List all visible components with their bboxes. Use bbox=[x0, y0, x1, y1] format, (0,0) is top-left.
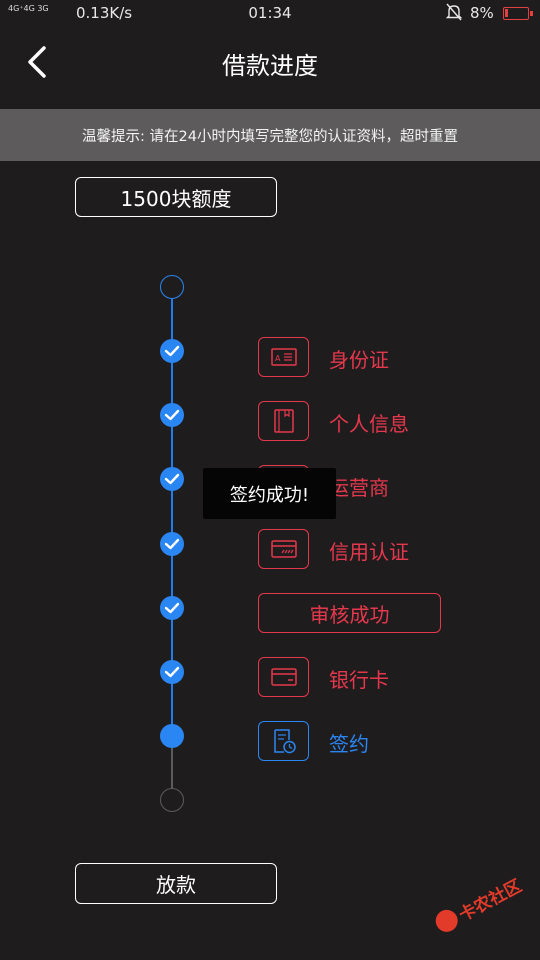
timeline-node-done bbox=[160, 403, 184, 427]
timeline-start-node bbox=[160, 275, 184, 299]
step-id-card-button[interactable]: A bbox=[258, 337, 309, 377]
id-card-icon: A bbox=[271, 348, 297, 366]
check-icon bbox=[164, 345, 180, 357]
timeline-node-done bbox=[160, 596, 184, 620]
quota-badge: 1500块额度 bbox=[75, 177, 277, 217]
contract-clock-icon bbox=[274, 729, 296, 754]
step-personal-info-button[interactable] bbox=[258, 401, 309, 441]
step-label-id-card[interactable]: 身份证 bbox=[329, 344, 389, 373]
review-success-badge: 审核成功 bbox=[258, 593, 441, 633]
bank-card-icon bbox=[271, 668, 297, 686]
battery-icon bbox=[503, 7, 533, 20]
watermark-text: 卡农社区 bbox=[455, 875, 525, 926]
quota-label: 1500块额度 bbox=[120, 186, 232, 211]
credit-card-icon bbox=[271, 540, 297, 558]
step-label-credit[interactable]: 信用认证 bbox=[329, 536, 409, 565]
review-success-label: 审核成功 bbox=[309, 602, 390, 627]
step-label-bank-card[interactable]: 银行卡 bbox=[329, 664, 389, 693]
notebook-icon bbox=[274, 409, 294, 433]
notice-banner: 温馨提示: 请在24小时内填写完整您的认证资料，超时重置 bbox=[0, 109, 540, 161]
check-icon bbox=[164, 538, 180, 550]
loan-button-label: 放款 bbox=[156, 873, 196, 897]
status-bar: 4G⁺4G 3G 0.13K/s 01:34 8% bbox=[0, 0, 540, 28]
battery-percent: 8% bbox=[470, 4, 494, 22]
bell-mute-icon bbox=[446, 3, 462, 21]
page-title: 借款进度 bbox=[222, 52, 318, 80]
check-icon bbox=[164, 666, 180, 678]
step-contract-button[interactable] bbox=[258, 721, 309, 761]
toast-text: 签约成功! bbox=[229, 484, 310, 506]
timeline-node-done bbox=[160, 467, 184, 491]
toast-message: 签约成功! bbox=[203, 468, 336, 519]
step-label-carrier[interactable]: 运营商 bbox=[329, 472, 389, 501]
timeline-node-current bbox=[160, 724, 184, 748]
check-icon bbox=[164, 409, 180, 421]
step-bank-card-button[interactable] bbox=[258, 657, 309, 697]
check-icon bbox=[164, 473, 180, 485]
timeline-node-done bbox=[160, 660, 184, 684]
timeline-node-pending bbox=[160, 788, 184, 812]
timeline-node-done bbox=[160, 339, 184, 363]
timeline-node-done bbox=[160, 532, 184, 556]
step-label-personal-info[interactable]: 个人信息 bbox=[329, 408, 409, 437]
nav-bar: 借款进度 bbox=[0, 28, 540, 108]
svg-text:A: A bbox=[275, 354, 281, 363]
loan-button[interactable]: 放款 bbox=[75, 863, 277, 904]
watermark: 卡农社区 bbox=[428, 861, 535, 943]
timeline-line-pending bbox=[171, 748, 173, 790]
check-icon bbox=[164, 602, 180, 614]
step-credit-button[interactable] bbox=[258, 529, 309, 569]
step-label-contract[interactable]: 签约 bbox=[329, 728, 369, 757]
notice-text: 温馨提示: 请在24小时内填写完整您的认证资料，超时重置 bbox=[82, 128, 458, 145]
